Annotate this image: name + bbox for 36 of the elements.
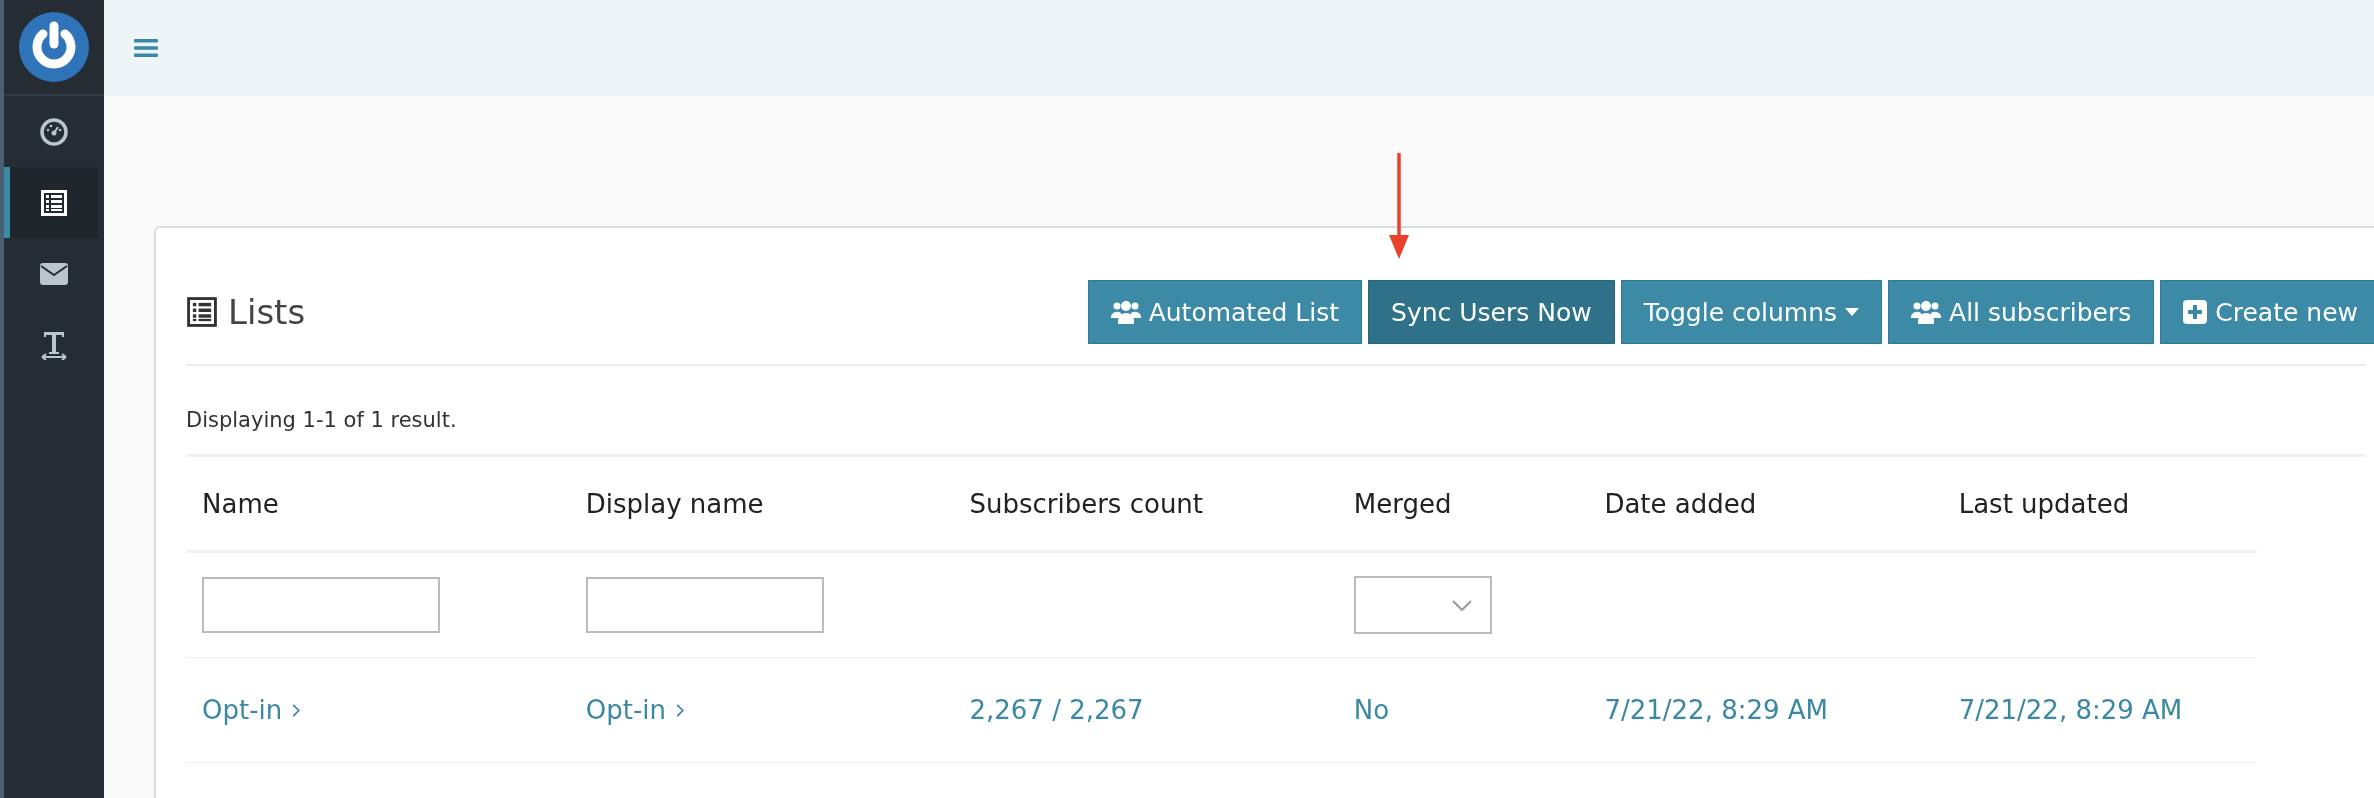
column-header[interactable]: Last updated (1958, 488, 2130, 519)
list-icon (186, 296, 218, 328)
power-logo-icon[interactable] (19, 12, 89, 82)
toolbar-button[interactable]: All subscribers (1888, 280, 2155, 344)
result-summary: Displaying 1-1 of 1 result. (186, 366, 2366, 457)
chevron-right-icon (292, 703, 301, 717)
list-link[interactable]: Opt-in (202, 695, 301, 725)
filter-field[interactable] (585, 577, 824, 633)
plus-square-icon (2183, 300, 2208, 324)
sidebar-item[interactable] (4, 167, 98, 238)
column-header[interactable]: Name (202, 488, 279, 519)
table-cell: 7/21/22, 8:29 AM (1958, 695, 2183, 725)
panel-title: Lists (228, 292, 306, 332)
toolbar-button[interactable]: Create new (2160, 280, 2374, 344)
table-cell: 2,267 / 2,267 (969, 695, 1144, 725)
toolbar-button[interactable]: Sync Users Now (1368, 280, 1615, 344)
menu-icon[interactable] (134, 38, 158, 58)
toolbar-button[interactable]: Toggle columns (1620, 280, 1883, 344)
table-cell: No (1353, 695, 1390, 725)
list-icon (40, 188, 68, 217)
table-cell: 7/21/22, 8:29 AM (1604, 695, 1829, 725)
users-icon (1911, 300, 1942, 324)
text-width-icon (40, 329, 68, 360)
column-header[interactable]: Display name (585, 488, 764, 519)
chevron-right-icon (675, 703, 684, 717)
chevron-down-icon (1451, 599, 1472, 611)
list-link[interactable]: Opt-in (585, 695, 684, 725)
caret-icon (1845, 308, 1860, 316)
users-icon (1110, 300, 1141, 324)
column-header[interactable]: Date added (1604, 488, 1757, 519)
filter-field[interactable] (202, 577, 440, 633)
envelope-icon (40, 262, 68, 285)
column-header[interactable]: Merged (1353, 488, 1452, 519)
gauge-icon (40, 117, 68, 146)
toolbar-button[interactable]: Automated List (1087, 280, 1363, 344)
column-header[interactable]: Subscribers count (969, 488, 1204, 519)
